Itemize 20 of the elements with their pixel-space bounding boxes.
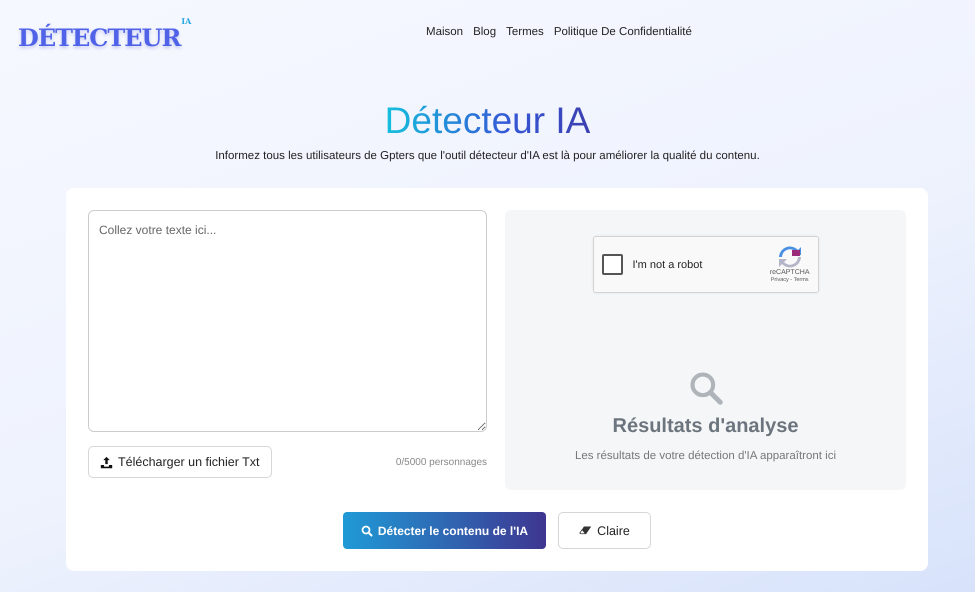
nav-link[interactable]: Maison (426, 26, 464, 38)
nav-link[interactable]: Blog (473, 26, 496, 38)
nav-link[interactable]: Politique De Confidentialité (554, 26, 692, 38)
results-message: Les résultats de votre détection d'IA apparaîtront ici (574, 450, 836, 462)
nav-link[interactable]: Termes (506, 26, 544, 38)
upload-button[interactable]: Télécharger un fichier Txt (88, 446, 272, 478)
character-counter: 0/5000 personnages (396, 456, 487, 468)
text-input-field[interactable]: Collez votre texte ici... (88, 210, 487, 432)
captcha-logo-icon (778, 246, 802, 268)
page-subtitle: Informez tous les utilisateurs de Gpters que l'outil détecteur d'IA est là pour améliorer la qualité du contenu. (215, 150, 760, 162)
captcha-checkbox[interactable] (602, 254, 622, 275)
upload-icon (100, 456, 113, 468)
logo[interactable]: DÉTECTEUR (18, 22, 180, 52)
eraser-icon (579, 525, 592, 536)
detect-button[interactable]: Détecter le contenu de l'IA (343, 512, 546, 549)
captcha-label: I'm not a robot (632, 258, 704, 270)
results-title: Résultats d'analyse (612, 415, 798, 438)
logo-label: IA (181, 16, 192, 24)
search-icon (360, 524, 373, 536)
clear-button[interactable]: Claire (558, 512, 651, 549)
